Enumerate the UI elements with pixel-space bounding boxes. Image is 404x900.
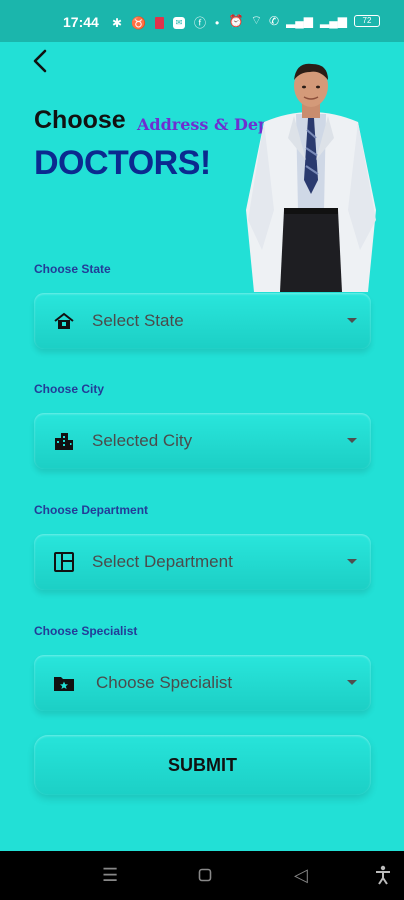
state-label: Choose State (34, 262, 111, 276)
department-dropdown[interactable]: Select Department (34, 534, 371, 590)
more-notifications-icon: • (215, 15, 220, 30)
navigation-bar: ☰ ◁ (0, 851, 404, 900)
city-dropdown[interactable]: Selected City (34, 413, 371, 469)
signal2-icon: ▂▄▆ (320, 13, 347, 28)
specialist-dropdown[interactable]: Choose Specialist (34, 655, 371, 711)
menu-icon[interactable]: ☰ (102, 865, 118, 886)
status-notifications: ✱ ♉ ✉ ⓕ • (112, 14, 219, 31)
alarm-icon: ⏰ (228, 13, 244, 28)
city-icon (55, 433, 73, 450)
page-title: Choose (34, 106, 126, 134)
status-bar: 17:44 ✱ ♉ ✉ ⓕ • ⏰ ⌔ ✆ ▂▄▆ ▂▄▆ 72 (0, 0, 404, 42)
specialist-label: Choose Specialist (34, 624, 138, 638)
accessibility-icon[interactable] (375, 865, 391, 890)
wifi-icon: ⌔ (250, 13, 262, 27)
city-value: Selected City (92, 431, 193, 450)
messenger-icon: ✉ (173, 16, 186, 29)
back-arrow-icon[interactable] (30, 48, 58, 76)
state-value: Select State (92, 311, 184, 330)
app-screen: Choose Address & Departments DOCTORS! Ch… (0, 42, 404, 851)
app-notification-icon (155, 16, 165, 29)
chevron-down-icon (347, 318, 357, 323)
facebook-icon: ⓕ (194, 16, 207, 30)
signal-icon: ▂▄▆ (286, 13, 314, 28)
submit-button[interactable]: SUBMIT (34, 735, 371, 795)
specialist-icon (54, 677, 74, 691)
department-icon (54, 552, 74, 572)
home-icon[interactable] (198, 866, 212, 887)
doctor-illustration (246, 63, 376, 292)
chevron-down-icon (347, 438, 357, 443)
back-icon[interactable]: ◁ (294, 865, 308, 886)
city-label: Choose City (34, 382, 105, 396)
state-dropdown[interactable]: Select State (34, 293, 371, 349)
specialist-value: Choose Specialist (96, 673, 233, 692)
notification-icon: ✱ (112, 15, 123, 30)
page-heading: DOCTORS! (34, 144, 211, 182)
chevron-down-icon (347, 559, 357, 564)
department-label: Choose Department (34, 503, 149, 517)
bug-icon: ♉ (131, 15, 147, 30)
state-icon (54, 312, 74, 329)
status-system: ⏰ ⌔ ✆ ▂▄▆ ▂▄▆ 72 (229, 13, 380, 28)
chevron-down-icon (347, 680, 357, 685)
department-value: Select Department (92, 552, 233, 571)
status-time: 17:44 (63, 14, 99, 30)
call-icon: ✆ (269, 13, 280, 28)
battery-icon: 72 (354, 14, 380, 27)
